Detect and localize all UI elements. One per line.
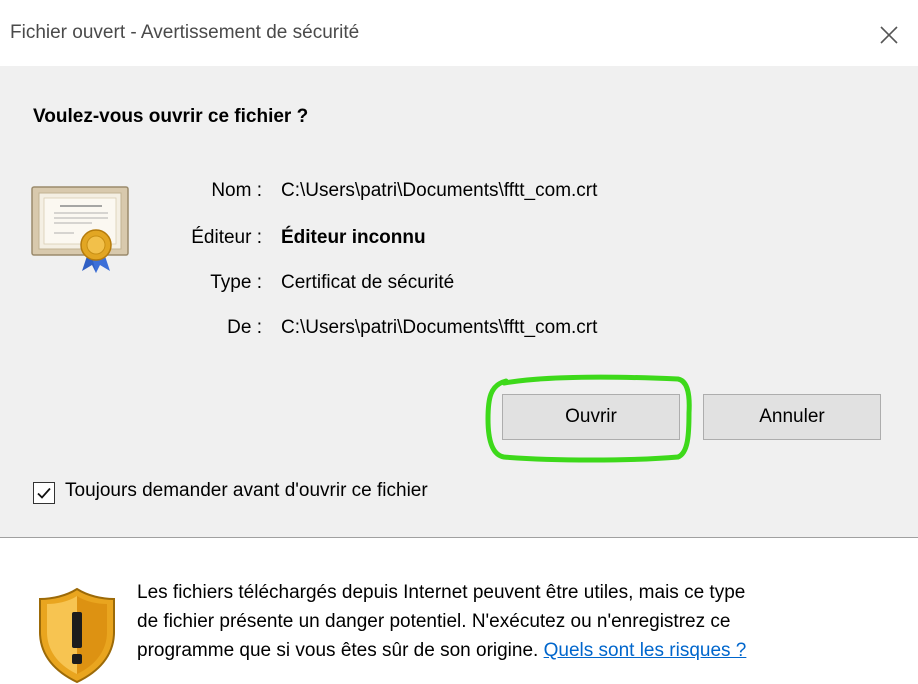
certificate-icon: [31, 186, 129, 273]
checkmark-icon: [37, 487, 51, 499]
warning-line-1: Les fichiers téléchargés depuis Internet…: [137, 582, 746, 603]
type-value: Certificat de sécurité: [281, 272, 455, 293]
publisher-value: Éditeur inconnu: [281, 227, 426, 248]
name-value: C:\Users\patri\Documents\fftt_com.crt: [281, 180, 598, 201]
security-warning-text: Les fichiers téléchargés depuis Internet…: [137, 578, 907, 665]
always-ask-label[interactable]: Toujours demander avant d'ouvrir ce fich…: [65, 480, 428, 502]
title-bar: Fichier ouvert - Avertissement de sécuri…: [0, 0, 918, 66]
dialog-question: Voulez-vous ouvrir ce fichier ?: [33, 106, 309, 127]
always-ask-checkbox[interactable]: [33, 482, 55, 504]
open-button[interactable]: Ouvrir: [502, 394, 680, 440]
risks-link[interactable]: Quels sont les risques ?: [544, 640, 747, 661]
from-label: De :: [227, 317, 262, 338]
security-warning-footer: Les fichiers téléchargés depuis Internet…: [0, 538, 918, 684]
dialog-body: Voulez-vous ouvrir ce fichier ? Nom : C:…: [0, 66, 918, 537]
warning-line-3-text: programme que si vous êtes sûr de son or…: [137, 640, 539, 661]
warning-line-3: programme que si vous êtes sûr de son or…: [137, 636, 907, 665]
cancel-button[interactable]: Annuler: [703, 394, 881, 440]
window-title: Fichier ouvert - Avertissement de sécuri…: [10, 22, 360, 43]
publisher-label: Éditeur :: [191, 227, 262, 248]
close-icon: [880, 26, 898, 44]
shield-warning-icon: [39, 587, 115, 684]
close-button[interactable]: [872, 18, 906, 52]
type-label: Type :: [210, 272, 262, 293]
warning-line-2: de fichier présente un danger potentiel.…: [137, 611, 731, 632]
name-label: Nom :: [211, 180, 262, 201]
from-value: C:\Users\patri\Documents\fftt_com.crt: [281, 317, 598, 338]
